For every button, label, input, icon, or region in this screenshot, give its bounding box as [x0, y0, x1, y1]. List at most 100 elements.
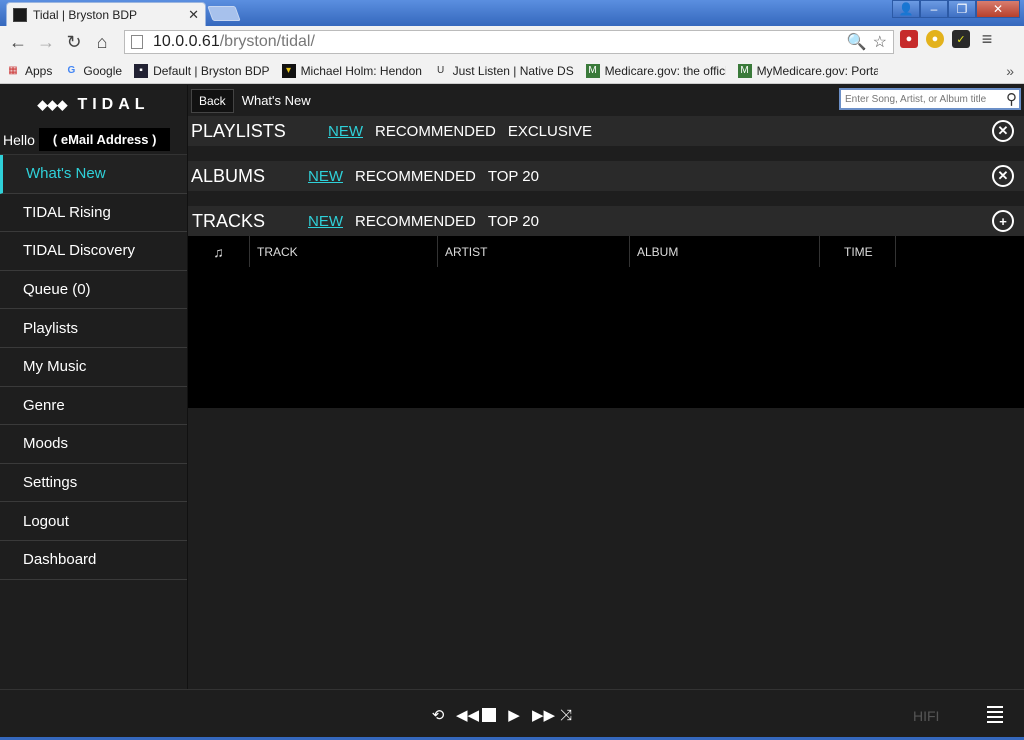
- tracks-section: TRACKS NEW RECOMMENDED TOP 20 +: [188, 206, 1024, 236]
- column-album[interactable]: ALBUM: [630, 236, 820, 267]
- bookmark-label: Google: [83, 63, 123, 78]
- forward-arrow-icon[interactable]: →: [32, 28, 60, 56]
- search-icon[interactable]: ⚲: [1006, 90, 1017, 108]
- logo-text: TIDAL: [77, 96, 150, 113]
- bookmark-medicare[interactable]: M Medicare.gov: the offici: [585, 63, 726, 78]
- tab-playlists-recommended[interactable]: RECOMMENDED: [375, 123, 496, 140]
- shuffle-icon[interactable]: ⤨: [558, 707, 574, 724]
- home-icon[interactable]: ⌂: [88, 28, 116, 56]
- tab-playlists-new[interactable]: NEW: [328, 123, 363, 140]
- bookmark-label: MyMedicare.gov: Portal: [756, 63, 878, 78]
- tracks-table: ♫ TRACK ARTIST ALBUM TIME: [188, 236, 1024, 408]
- greeting: Hello ( eMail Address ): [0, 125, 187, 155]
- close-circle-icon[interactable]: ✕: [992, 165, 1014, 187]
- plus-circle-icon[interactable]: +: [992, 210, 1014, 232]
- tidal-app: ◆◆◆ TIDAL Hello ( eMail Address ) What's…: [0, 85, 1024, 740]
- stop-icon[interactable]: [482, 708, 496, 722]
- column-time[interactable]: TIME: [820, 236, 896, 267]
- close-circle-icon[interactable]: ✕: [992, 120, 1014, 142]
- minimize-icon[interactable]: –: [920, 0, 948, 18]
- nav-tidal-rising[interactable]: TIDAL Rising: [0, 194, 187, 233]
- nav-playlists[interactable]: Playlists: [0, 309, 187, 348]
- table-header: ♫ TRACK ARTIST ALBUM TIME: [188, 236, 1024, 267]
- quality-badge: HIFI: [913, 708, 940, 724]
- tab-tracks-top20[interactable]: TOP 20: [488, 213, 539, 230]
- medicare-icon: M: [737, 63, 752, 78]
- nav-tidal-discovery[interactable]: TIDAL Discovery: [0, 232, 187, 271]
- main-content: Back What's New ⚲ PLAYLISTS NEW RECOMMEN…: [188, 85, 1024, 689]
- nav-moods[interactable]: Moods: [0, 425, 187, 464]
- check-extension-icon[interactable]: ✓: [952, 30, 970, 48]
- play-icon[interactable]: ▶: [506, 706, 522, 724]
- back-arrow-icon[interactable]: ←: [4, 28, 32, 56]
- nav-queue[interactable]: Queue (0): [0, 271, 187, 310]
- search-box[interactable]: ⚲: [839, 88, 1021, 110]
- menu-icon[interactable]: [987, 706, 1003, 726]
- tab-playlists-exclusive[interactable]: EXCLUSIVE: [508, 123, 592, 140]
- google-icon: G: [67, 65, 76, 76]
- browser-tab[interactable]: Tidal | Bryston BDP ✕: [6, 2, 206, 26]
- nav-my-music[interactable]: My Music: [0, 348, 187, 387]
- restore-icon[interactable]: ❐: [948, 0, 976, 18]
- nav-genre[interactable]: Genre: [0, 387, 187, 426]
- repeat-icon[interactable]: ⟲: [430, 706, 446, 724]
- bryston-icon: ▪: [134, 63, 149, 78]
- rewind-icon[interactable]: ◀◀: [456, 706, 479, 724]
- tab-tracks-new[interactable]: NEW: [308, 213, 343, 230]
- shield-u-icon: U: [436, 65, 445, 76]
- nav-dashboard[interactable]: Dashboard: [0, 541, 187, 580]
- more-bookmarks-icon[interactable]: »: [1006, 63, 1014, 79]
- chrome-menu-icon[interactable]: ≡: [978, 29, 996, 49]
- user-icon[interactable]: 👤: [892, 0, 920, 18]
- bookmark-just-listen[interactable]: U Just Listen | Native DSD: [434, 64, 574, 78]
- medicare-icon: M: [585, 63, 600, 78]
- reload-icon[interactable]: ↻: [60, 28, 88, 56]
- tab-albums-recommended[interactable]: RECOMMENDED: [355, 168, 476, 185]
- bookmark-apps[interactable]: ▦ Apps: [6, 64, 52, 78]
- url-host: 10.0.0.61: [153, 33, 220, 50]
- nav-logout[interactable]: Logout: [0, 502, 187, 541]
- back-button[interactable]: Back: [191, 88, 234, 113]
- bookmarks-bar: ▦ Apps G Google ▪ Default | Bryston BDP ▾ Mi…: [0, 58, 1024, 84]
- url-path: /bryston/tidal/: [219, 33, 315, 50]
- browser-titlebar: Tidal | Bryston BDP ✕ 👤 – ❐ ✕: [0, 0, 1024, 26]
- page-icon: [131, 35, 143, 49]
- zoom-icon[interactable]: 🔍: [847, 32, 867, 52]
- bookmark-label: Apps: [25, 63, 53, 78]
- tidal-favicon-icon: [13, 7, 27, 22]
- fast-forward-icon[interactable]: ▶▶: [532, 706, 555, 724]
- address-bar[interactable]: 10.0.0.61/bryston/tidal/ 🔍 ☆: [124, 30, 894, 54]
- tab-albums-new[interactable]: NEW: [308, 168, 343, 185]
- tab-tracks-recommended[interactable]: RECOMMENDED: [355, 213, 476, 230]
- bookmark-bryston[interactable]: ▪ Default | Bryston BDP: [134, 63, 270, 78]
- search-extension-icon[interactable]: ●: [926, 30, 944, 48]
- tab-title: Tidal | Bryston BDP: [33, 7, 138, 22]
- bookmark-mymedicare[interactable]: M MyMedicare.gov: Portal: [737, 63, 878, 78]
- nav-whats-new[interactable]: What's New: [0, 155, 187, 194]
- sidebar: ◆◆◆ TIDAL Hello ( eMail Address ) What's…: [0, 85, 188, 689]
- column-track[interactable]: TRACK: [250, 236, 438, 267]
- nav-settings[interactable]: Settings: [0, 464, 187, 503]
- greeting-text: Hello: [3, 131, 35, 148]
- bookmark-label: Default | Bryston BDP: [153, 63, 270, 78]
- window-controls: 👤 – ❐ ✕: [892, 0, 1020, 18]
- tab-close-icon[interactable]: ✕: [188, 7, 199, 23]
- browser-toolbar: ← → ↻ ⌂ 10.0.0.61/bryston/tidal/ 🔍 ☆ ● ●…: [0, 26, 1024, 58]
- bookmark-star-icon[interactable]: ☆: [873, 32, 887, 52]
- window-close-icon[interactable]: ✕: [976, 0, 1020, 18]
- music-note-icon: ♫: [188, 236, 250, 267]
- batman-icon: ▾: [281, 63, 296, 78]
- column-artist[interactable]: ARTIST: [438, 236, 630, 267]
- tab-albums-top20[interactable]: TOP 20: [488, 168, 539, 185]
- bookmark-label: Medicare.gov: the offici: [604, 63, 726, 78]
- playlists-section: PLAYLISTS NEW RECOMMENDED EXCLUSIVE ✕: [188, 116, 1024, 146]
- shield-extension-icon[interactable]: ●: [900, 30, 918, 48]
- albums-section: ALBUMS NEW RECOMMENDED TOP 20 ✕: [188, 161, 1024, 191]
- bookmark-label: Michael Holm: Hendon M: [300, 63, 422, 78]
- section-title: PLAYLISTS: [191, 120, 286, 141]
- new-tab-button[interactable]: [207, 6, 241, 21]
- bookmark-google[interactable]: G Google: [64, 64, 122, 78]
- section-title: ALBUMS: [191, 165, 266, 186]
- search-input[interactable]: [845, 93, 995, 105]
- bookmark-michael-holm[interactable]: ▾ Michael Holm: Hendon M: [281, 63, 422, 78]
